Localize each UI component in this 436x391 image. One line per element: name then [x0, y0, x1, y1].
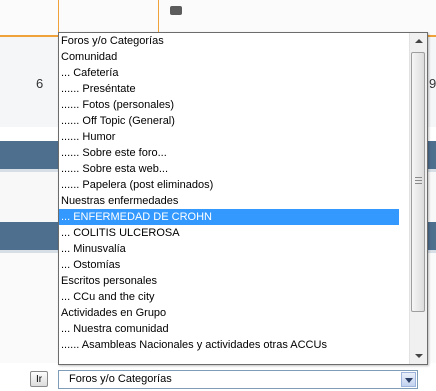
scroll-thumb[interactable]: [411, 52, 425, 312]
scroll-up-button[interactable]: [410, 33, 427, 50]
dropdown-scrollbar[interactable]: [409, 33, 427, 364]
forum-select[interactable]: Foros y/o Categorías: [58, 370, 418, 389]
dropdown-option[interactable]: Actividades en Grupo: [59, 305, 399, 321]
dropdown-option[interactable]: ...... Off Topic (General): [59, 113, 399, 129]
dropdown-option[interactable]: ...... Sobre esta web...: [59, 161, 399, 177]
option-list: Foros y/o Categorías Comunidad... Cafeter…: [59, 33, 399, 353]
calendar-icon: [170, 6, 182, 15]
dropdown-option[interactable]: Foros y/o Categorías: [59, 33, 399, 49]
background-column-line: [58, 0, 59, 35]
dropdown-option[interactable]: ...... Asambleas Nacionales y actividade…: [59, 337, 399, 353]
arrow-down-icon: [415, 354, 423, 358]
scroll-down-button[interactable]: [410, 347, 427, 364]
background-top-row: [0, 0, 436, 36]
dropdown-option[interactable]: ... COLITIS ULCEROSA: [59, 225, 399, 241]
dropdown-option[interactable]: ...... Sobre este foro...: [59, 145, 399, 161]
dropdown-option[interactable]: ...... Papelera (post eliminados): [59, 177, 399, 193]
dropdown-option[interactable]: Escritos personales: [59, 273, 399, 289]
dropdown-option[interactable]: ... Ostomías: [59, 257, 399, 273]
go-button[interactable]: Ir: [30, 371, 48, 387]
chevron-down-icon[interactable]: [401, 372, 416, 387]
dropdown-option[interactable]: ...... Fotos (personales): [59, 97, 399, 113]
dropdown-option[interactable]: ... Cafetería: [59, 65, 399, 81]
background-column-line: [158, 0, 159, 35]
dropdown-option[interactable]: ...... Humor: [59, 129, 399, 145]
dropdown-option[interactable]: ... Minusvalía: [59, 241, 399, 257]
dropdown-option[interactable]: ... CCu and the city: [59, 289, 399, 305]
forum-select-value: Foros y/o Categorías: [69, 373, 172, 385]
dropdown-option[interactable]: ... ENFERMEDAD DE CROHN: [59, 209, 399, 225]
background-row-number: 6: [36, 76, 44, 91]
arrow-up-icon: [415, 39, 423, 43]
dropdown-option[interactable]: Nuestras enfermedades: [59, 193, 399, 209]
dropdown-option[interactable]: Comunidad: [59, 49, 399, 65]
grip-icon: [415, 177, 422, 186]
dropdown-option[interactable]: ... Nuestra comunidad: [59, 321, 399, 337]
dropdown-option[interactable]: ...... Preséntate: [59, 81, 399, 97]
forum-dropdown-list[interactable]: Foros y/o Categorías Comunidad... Cafeter…: [58, 32, 428, 365]
background-row-number-partial: 9: [429, 76, 436, 91]
